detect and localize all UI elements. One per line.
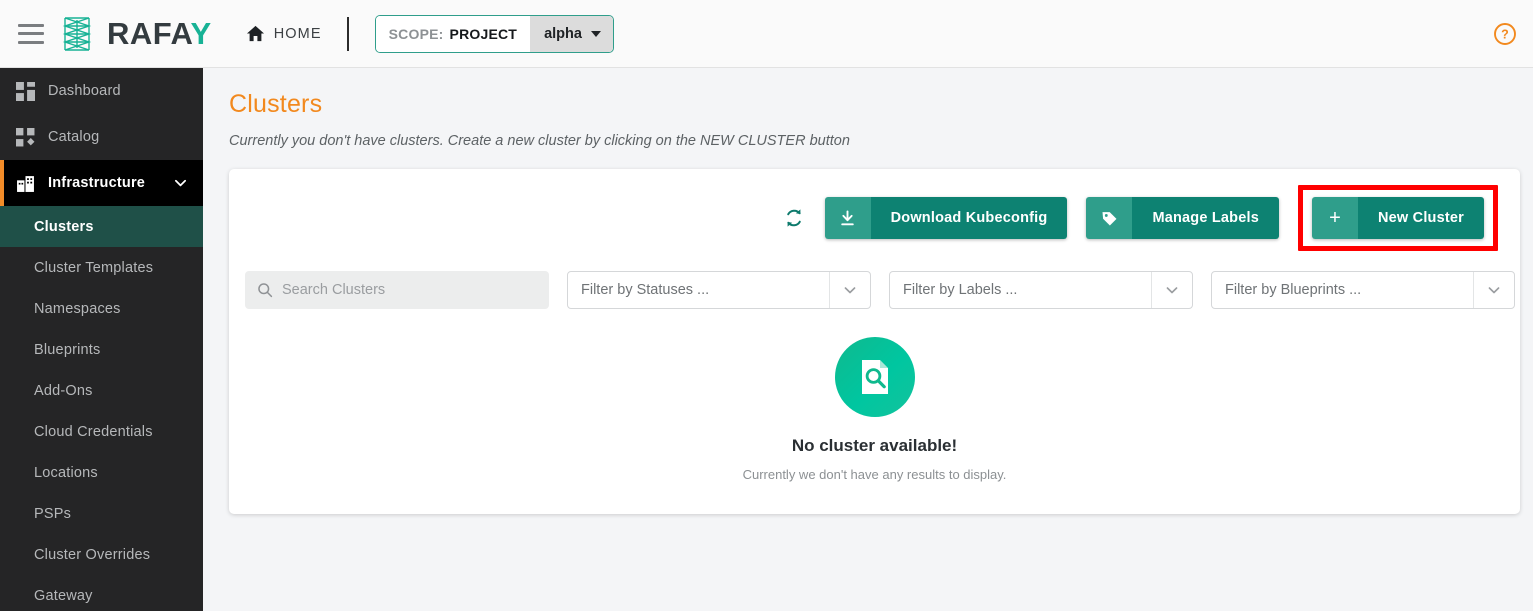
sidebar-item-label: PSPs xyxy=(34,505,72,522)
search-icon xyxy=(258,283,273,298)
sidebar-item-label: Gateway xyxy=(34,587,93,604)
sidebar-item-infrastructure[interactable]: Infrastructure xyxy=(0,160,203,206)
sidebar-item-blueprints[interactable]: Blueprints xyxy=(0,329,203,370)
sidebar-item-label: Blueprints xyxy=(34,341,101,358)
tag-icon-section xyxy=(1086,197,1133,239)
page-subtitle: Currently you don't have clusters. Creat… xyxy=(229,133,850,149)
download-icon-section xyxy=(824,197,871,239)
card-toolbar: Download Kubeconfig Manage Labels + New … xyxy=(229,169,1520,251)
manage-labels-button[interactable]: Manage Labels xyxy=(1086,197,1279,239)
home-icon xyxy=(246,25,264,42)
hamburger-bar xyxy=(18,40,44,44)
app-root: RAFAY HOME SCOPE: PROJECT alpha ? Dashbo… xyxy=(0,0,1533,611)
new-cluster-label: New Cluster xyxy=(1358,197,1484,239)
sidebar-item-label: Dashboard xyxy=(48,83,121,99)
hamburger-menu-icon[interactable] xyxy=(18,23,44,44)
home-nav-link[interactable]: HOME xyxy=(246,24,322,43)
chevron-down-icon xyxy=(1488,287,1500,294)
sidebar-item-locations[interactable]: Locations xyxy=(0,452,203,493)
sidebar-item-cluster-overrides[interactable]: Cluster Overrides xyxy=(0,534,203,575)
sidebar-item-label: Add-Ons xyxy=(34,382,93,399)
refresh-icon[interactable] xyxy=(782,206,806,230)
scope-selector[interactable]: SCOPE: PROJECT alpha xyxy=(374,14,614,53)
help-circle-icon[interactable]: ? xyxy=(1493,22,1517,46)
sidebar-item-label: Infrastructure xyxy=(48,175,146,191)
home-label: HOME xyxy=(273,25,322,42)
search-clusters-field[interactable]: Search Clusters xyxy=(245,271,549,309)
filters-row: Search Clusters Filter by Statuses ... F… xyxy=(229,251,1520,309)
statuses-dropdown-arrow[interactable] xyxy=(829,272,870,308)
download-icon xyxy=(841,209,854,225)
rafay-mesh-icon xyxy=(62,16,92,51)
filter-by-labels-select[interactable]: Filter by Labels ... xyxy=(889,271,1193,309)
sidebar-item-label: Cluster Overrides xyxy=(34,546,151,563)
rafay-logo[interactable]: RAFAY xyxy=(58,14,212,54)
filter-blueprints-label: Filter by Blueprints ... xyxy=(1225,282,1362,298)
filter-by-statuses-select[interactable]: Filter by Statuses ... xyxy=(567,271,871,309)
top-bar: RAFAY HOME SCOPE: PROJECT alpha ? xyxy=(0,0,1533,68)
hamburger-bar xyxy=(18,23,44,27)
sidebar-item-gateway[interactable]: Gateway xyxy=(0,575,203,611)
svg-text:?: ? xyxy=(1501,27,1509,41)
chevron-down-icon xyxy=(590,30,601,37)
scope-value-label: PROJECT xyxy=(449,25,518,42)
manage-labels-label: Manage Labels xyxy=(1132,197,1279,239)
sidebar-item-label: Clusters xyxy=(34,218,94,235)
sidebar-item-label: Cloud Credentials xyxy=(34,423,153,440)
download-kubeconfig-label: Download Kubeconfig xyxy=(870,197,1068,239)
sidebar-item-label: Catalog xyxy=(48,129,100,145)
building-icon xyxy=(17,175,34,192)
empty-state: No cluster available! Currently we don't… xyxy=(229,337,1520,482)
plus-icon-section: + xyxy=(1312,197,1358,239)
sidebar-item-label: Namespaces xyxy=(34,300,121,317)
download-kubeconfig-button[interactable]: Download Kubeconfig xyxy=(824,197,1068,239)
sidebar-item-psps[interactable]: PSPs xyxy=(0,493,203,534)
tag-icon xyxy=(1102,211,1117,225)
rafay-wordmark: RAFAY xyxy=(107,18,212,49)
sidebar-item-label: Locations xyxy=(34,464,98,481)
chevron-down-icon xyxy=(1166,287,1178,294)
sidebar-item-clusters[interactable]: Clusters xyxy=(0,206,203,247)
sidebar-item-cloud-credentials[interactable]: Cloud Credentials xyxy=(0,411,203,452)
logo-text-main: RAFA xyxy=(107,16,191,51)
empty-state-title: No cluster available! xyxy=(791,436,958,455)
catalog-icon xyxy=(16,127,35,146)
sidebar-item-label: Cluster Templates xyxy=(34,259,154,276)
blueprints-dropdown-arrow[interactable] xyxy=(1473,272,1514,308)
scope-key-label: SCOPE: xyxy=(388,25,444,42)
empty-state-subtitle: Currently we don't have any results to d… xyxy=(742,467,1007,482)
clusters-card: Download Kubeconfig Manage Labels + New … xyxy=(229,169,1520,514)
logo-text-accent: Y xyxy=(190,16,212,51)
sidebar-item-cluster-templates[interactable]: Cluster Templates xyxy=(0,247,203,288)
filter-statuses-label: Filter by Statuses ... xyxy=(581,282,710,298)
sidebar-item-dashboard[interactable]: Dashboard xyxy=(0,68,203,114)
document-search-icon xyxy=(861,360,888,394)
project-dropdown[interactable]: alpha xyxy=(530,15,613,52)
empty-state-icon-circle xyxy=(834,337,915,417)
main-content: Clusters Currently you don't have cluste… xyxy=(203,68,1533,611)
sidebar-item-catalog[interactable]: Catalog xyxy=(0,114,203,160)
chevron-down-icon xyxy=(174,179,187,187)
labels-dropdown-arrow[interactable] xyxy=(1151,272,1192,308)
top-bar-divider xyxy=(346,16,349,51)
filter-labels-label: Filter by Labels ... xyxy=(903,282,1018,298)
hamburger-bar xyxy=(18,32,44,35)
filter-by-blueprints-select[interactable]: Filter by Blueprints ... xyxy=(1211,271,1515,309)
search-input-placeholder: Search Clusters xyxy=(282,282,386,298)
plus-icon: + xyxy=(1329,207,1341,229)
sidebar-item-add-ons[interactable]: Add-Ons xyxy=(0,370,203,411)
new-cluster-highlight-box: + New Cluster xyxy=(1298,185,1498,251)
page-title: Clusters xyxy=(229,90,323,118)
sidebar-nav: Dashboard Catalog Infrastructure Cluster… xyxy=(0,68,203,611)
sidebar-item-namespaces[interactable]: Namespaces xyxy=(0,288,203,329)
scope-label-section: SCOPE: PROJECT xyxy=(375,15,531,52)
grid-icon xyxy=(16,81,35,101)
project-name: alpha xyxy=(544,25,582,42)
new-cluster-button[interactable]: + New Cluster xyxy=(1312,197,1484,239)
chevron-down-icon xyxy=(844,287,856,294)
